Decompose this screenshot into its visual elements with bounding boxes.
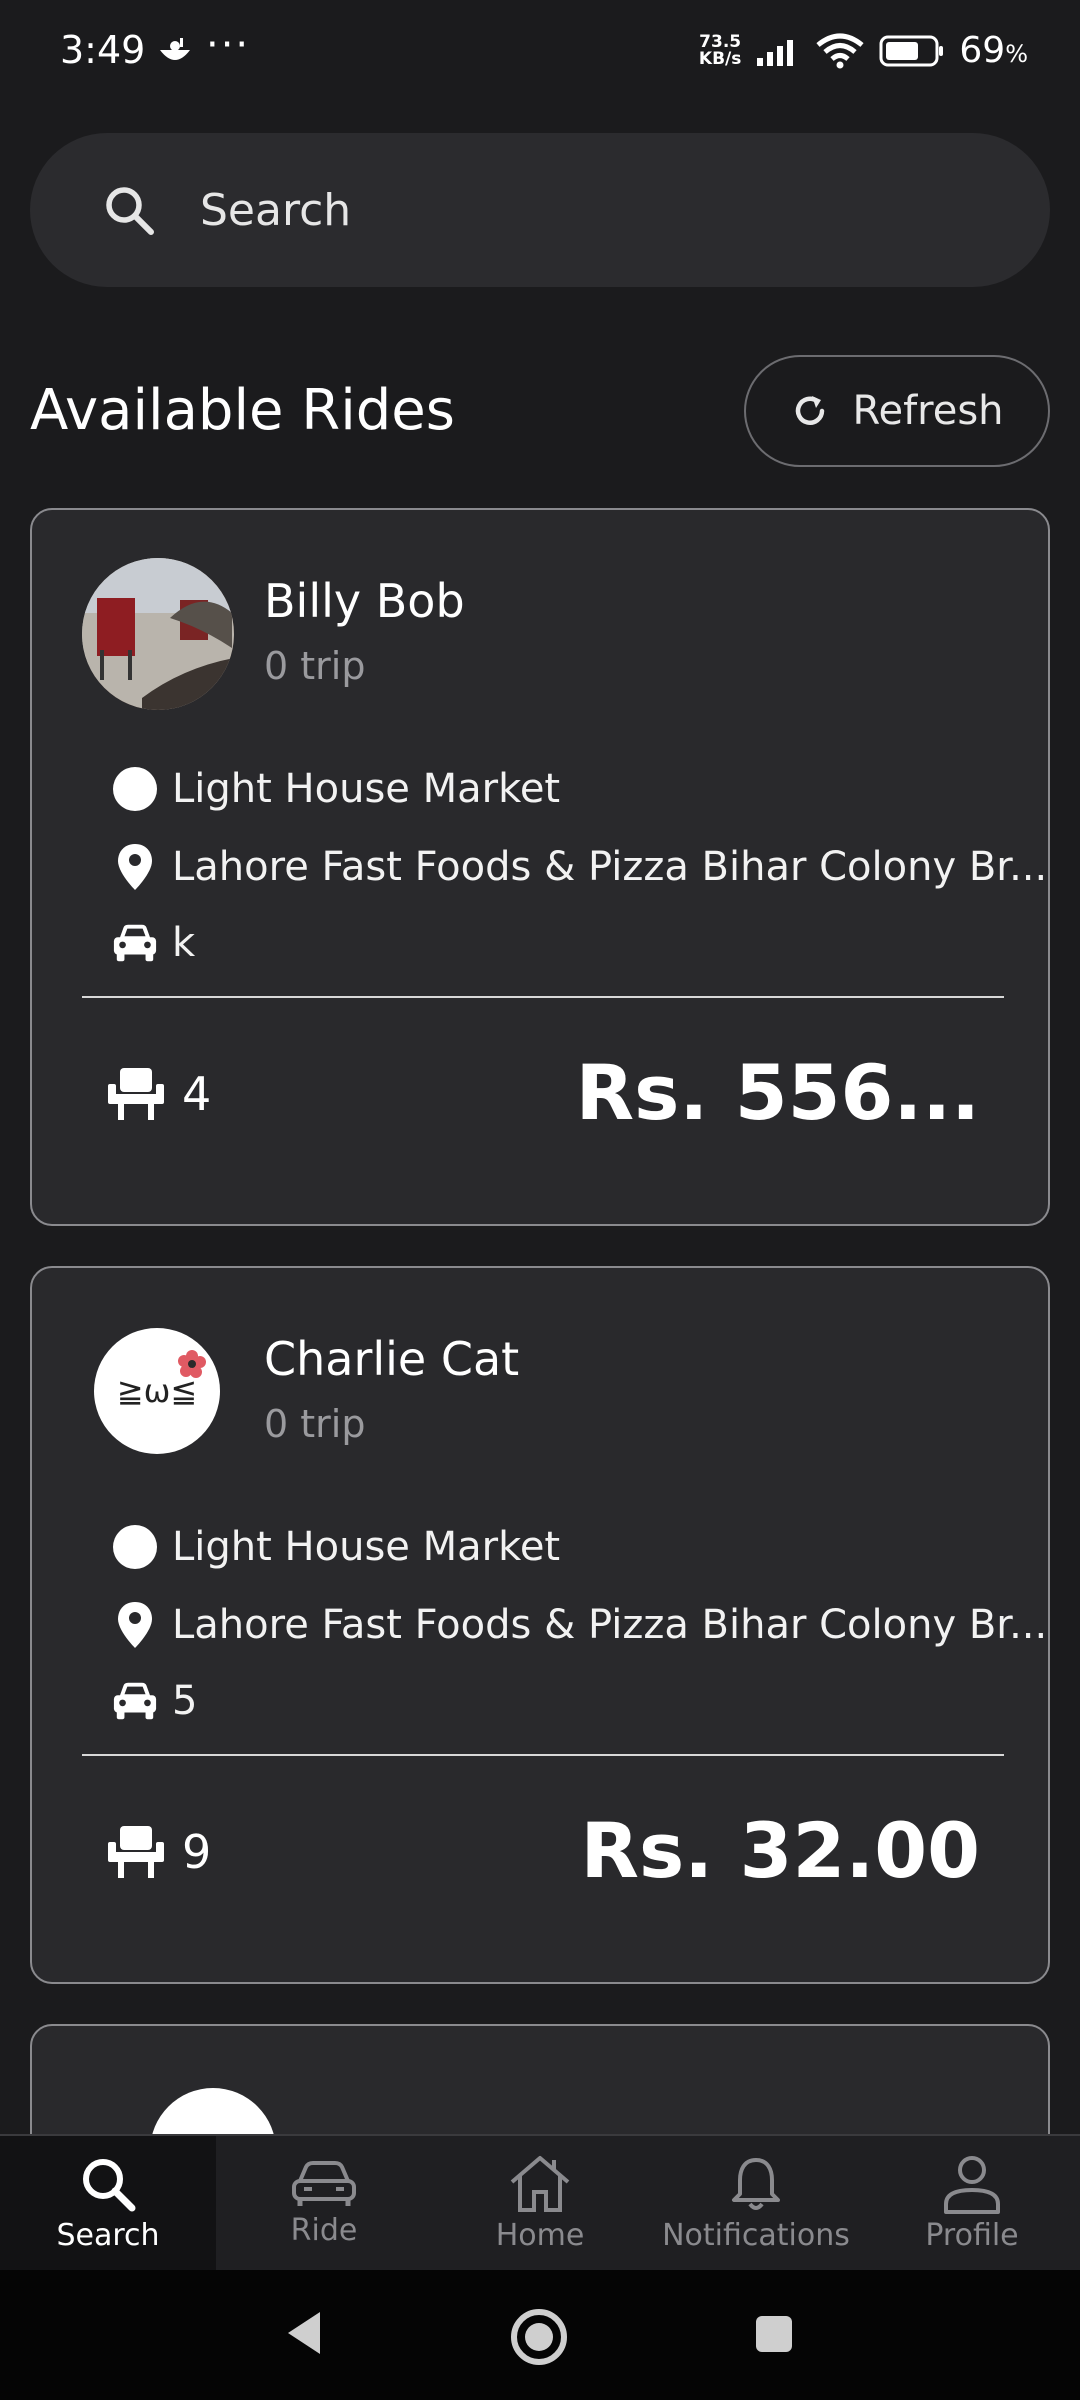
nav-ride[interactable]: Ride bbox=[216, 2136, 432, 2270]
pickup-dot-icon bbox=[112, 1524, 158, 1570]
dropoff-location: Lahore Fast Foods & Pizza Bihar Colony B… bbox=[112, 844, 1047, 890]
battery-icon bbox=[879, 35, 944, 66]
pickup-text: Light House Market bbox=[172, 1524, 561, 1570]
nav-profile[interactable]: Profile bbox=[864, 2136, 1080, 2270]
nav-notifications-label: Notifications bbox=[662, 2217, 850, 2253]
more-notifications-icon: ··· bbox=[206, 22, 251, 68]
trip-count: 0 trip bbox=[264, 1402, 366, 1446]
car-icon bbox=[292, 2160, 356, 2206]
ride-price: Rs. 32.00 bbox=[580, 1806, 980, 1895]
pickup-text: Light House Market bbox=[172, 766, 561, 812]
ride-card[interactable]: ≧ω≦ Charlie Cat 0 trip Light House Marke… bbox=[30, 1266, 1050, 1984]
vehicle-info: 5 bbox=[112, 1678, 197, 1724]
home-icon bbox=[510, 2155, 570, 2212]
ride-price: Rs. 556... bbox=[575, 1048, 980, 1137]
seat-icon bbox=[108, 1826, 164, 1878]
seat-count: 9 bbox=[106, 1824, 211, 1880]
driver-name: Billy Bob bbox=[264, 574, 465, 628]
home-button-icon[interactable] bbox=[510, 2308, 568, 2366]
vehicle-info: k bbox=[112, 920, 195, 966]
seat-icon bbox=[108, 1068, 164, 1120]
refresh-button[interactable]: Refresh bbox=[744, 355, 1050, 467]
nav-ride-label: Ride bbox=[290, 2212, 358, 2248]
card-divider bbox=[82, 1754, 1004, 1756]
battery-percentage: 69% bbox=[959, 30, 1028, 71]
status-icons: 73.5 KB/s 69% bbox=[699, 30, 1028, 71]
system-navigation-bar bbox=[0, 2270, 1080, 2400]
driver-avatar: ≧ω≦ bbox=[94, 1328, 220, 1454]
battery-percent-unit: % bbox=[1005, 40, 1028, 68]
page-title: Available Rides bbox=[30, 378, 455, 443]
back-icon[interactable] bbox=[284, 2308, 324, 2358]
flower-icon bbox=[178, 1350, 206, 1378]
status-bar: 3:49 ··· 73.5 KB/s 69% bbox=[0, 0, 1080, 110]
bottom-navigation: Search Ride Home Notifications Profile bbox=[0, 2134, 1080, 2270]
nav-search-label: Search bbox=[56, 2217, 160, 2253]
search-icon bbox=[106, 187, 154, 235]
driver-name: Charlie Cat bbox=[264, 1332, 520, 1386]
network-speed-value: 73.5 bbox=[699, 31, 742, 52]
pickup-location: Light House Market bbox=[112, 766, 560, 812]
nav-profile-label: Profile bbox=[925, 2217, 1019, 2253]
search-icon bbox=[83, 2158, 136, 2211]
pickup-dot-icon bbox=[112, 766, 158, 812]
dropoff-text: Lahore Fast Foods & Pizza Bihar Colony B… bbox=[172, 1602, 1048, 1648]
driver-photo bbox=[82, 558, 234, 710]
dropoff-location: Lahore Fast Foods & Pizza Bihar Colony B… bbox=[112, 1602, 1047, 1648]
location-pin-icon bbox=[112, 1602, 158, 1648]
trip-count: 0 trip bbox=[264, 644, 366, 688]
seat-count: 4 bbox=[106, 1066, 211, 1122]
nav-search[interactable]: Search bbox=[0, 2136, 216, 2270]
seat-count-value: 4 bbox=[182, 1067, 212, 1121]
pickup-location: Light House Market bbox=[112, 1524, 560, 1570]
refresh-icon bbox=[796, 396, 825, 425]
nav-notifications[interactable]: Notifications bbox=[648, 2136, 864, 2270]
network-speed: 73.5 KB/s bbox=[698, 31, 742, 69]
search-input[interactable]: Search bbox=[30, 133, 1050, 287]
recents-icon[interactable] bbox=[754, 2314, 794, 2354]
dropoff-text: Lahore Fast Foods & Pizza Bihar Colony B… bbox=[172, 844, 1048, 890]
card-divider bbox=[82, 996, 1004, 998]
nav-home[interactable]: Home bbox=[432, 2136, 648, 2270]
status-time: 3:49 bbox=[60, 28, 146, 72]
search-placeholder: Search bbox=[200, 184, 352, 236]
network-speed-unit: KB/s bbox=[698, 48, 742, 69]
battery-percent-value: 69 bbox=[959, 30, 1006, 71]
person-icon bbox=[944, 2155, 1000, 2214]
location-pin-icon bbox=[112, 844, 158, 890]
signal-icon bbox=[757, 39, 794, 66]
seat-count-value: 9 bbox=[182, 1825, 212, 1879]
app-screen: 3:49 ··· 73.5 KB/s 69% Search Available … bbox=[0, 0, 1080, 2400]
vehicle-text: 5 bbox=[172, 1678, 198, 1724]
nav-home-label: Home bbox=[495, 2217, 585, 2253]
vehicle-text: k bbox=[172, 920, 196, 966]
app-notification-icon bbox=[160, 38, 190, 60]
driver-avatar bbox=[82, 558, 234, 710]
car-icon bbox=[112, 920, 158, 966]
bell-icon bbox=[732, 2157, 780, 2210]
ride-card[interactable]: Billy Bob 0 trip Light House Market Laho… bbox=[30, 508, 1050, 1226]
car-icon bbox=[112, 1678, 158, 1724]
wifi-icon bbox=[816, 33, 864, 68]
refresh-label: Refresh bbox=[852, 388, 1004, 434]
